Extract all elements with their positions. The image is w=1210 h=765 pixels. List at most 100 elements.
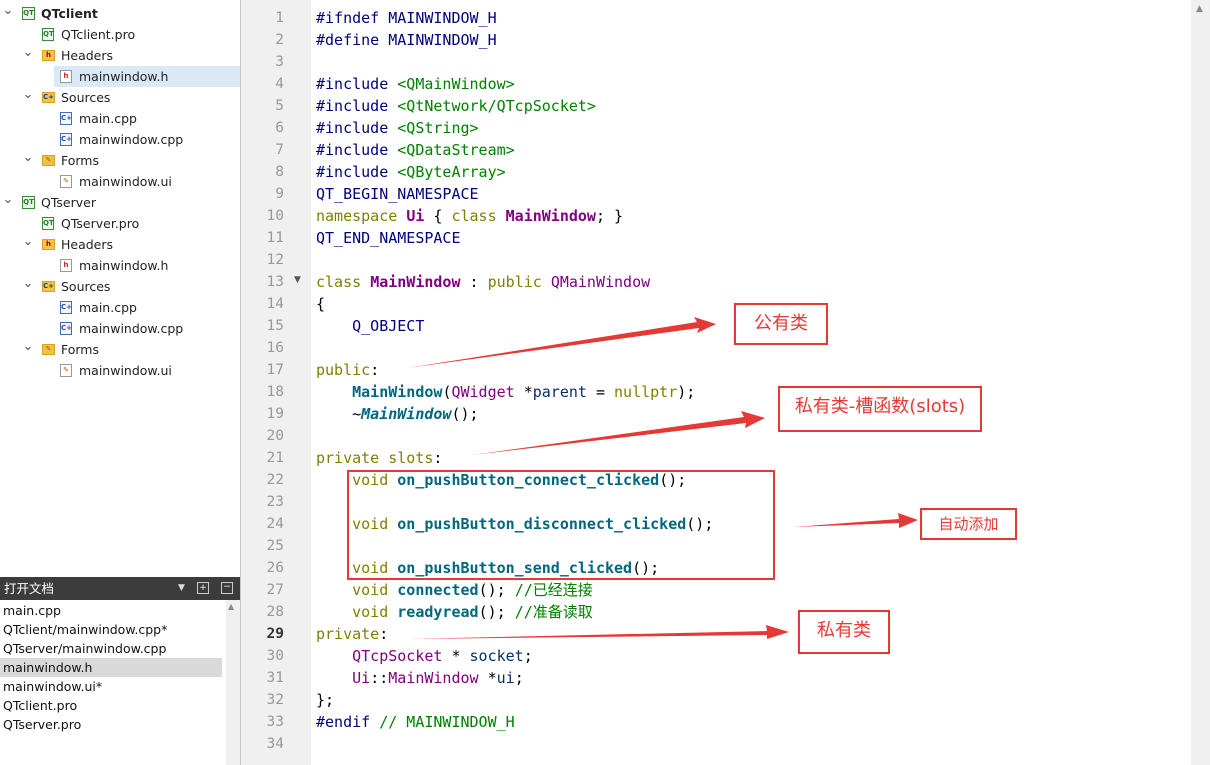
- chevron-down-icon[interactable]: ⌄: [22, 150, 34, 166]
- tree-item-label: mainwindow.cpp: [79, 321, 184, 336]
- folder-icon: C+: [42, 92, 55, 103]
- code-line[interactable]: Q_OBJECT: [316, 315, 424, 337]
- tree-item-label: mainwindow.ui: [79, 363, 172, 378]
- code-line[interactable]: namespace Ui { class MainWindow; }: [316, 205, 623, 227]
- scroll-up-icon[interactable]: ▲: [228, 602, 234, 611]
- line-number: 17: [266, 362, 284, 378]
- line-number: 14: [266, 296, 284, 312]
- open-document-item[interactable]: QTserver.pro: [0, 715, 222, 734]
- open-documents-scrollbar[interactable]: ▲: [226, 600, 240, 765]
- line-number: 19: [266, 406, 284, 422]
- tree-item[interactable]: C+ mainwindow.cpp: [0, 129, 240, 150]
- code-line[interactable]: #include <QString>: [316, 117, 479, 139]
- line-number: 20: [266, 428, 284, 444]
- tree-item[interactable]: ✎ mainwindow.ui: [0, 360, 240, 381]
- code-line[interactable]: private slots:: [316, 447, 442, 469]
- tree-item[interactable]: C+ main.cpp: [0, 108, 240, 129]
- chevron-down-icon[interactable]: ⌄: [22, 276, 34, 292]
- tree-item[interactable]: ⌄ h Headers: [0, 45, 240, 66]
- tree-item-label: mainwindow.h: [79, 69, 169, 84]
- cpp-file-icon: C+: [60, 301, 72, 314]
- line-number: 7: [275, 142, 284, 158]
- tree-item-label: Forms: [61, 153, 100, 168]
- pro-file-icon: QT: [42, 217, 54, 230]
- line-number: 27: [266, 582, 284, 598]
- tree-item[interactable]: QT QTserver.pro: [0, 213, 240, 234]
- open-documents-header: 打开文档 ▼ + −: [0, 577, 240, 600]
- code-line[interactable]: {: [316, 293, 325, 315]
- code-line[interactable]: void connected(); //已经连接: [316, 579, 593, 601]
- annotation-auto-added: 自动添加: [920, 508, 1017, 540]
- code-line[interactable]: #include <QtNetwork/QTcpSocket>: [316, 95, 596, 117]
- code-line[interactable]: private:: [316, 623, 388, 645]
- code-line[interactable]: #define MAINWINDOW_H: [316, 29, 497, 51]
- project-icon: QT: [22, 196, 35, 209]
- tree-item[interactable]: ⌄ QT QTserver: [0, 192, 240, 213]
- chevron-down-icon[interactable]: ▼: [178, 577, 185, 600]
- code-line[interactable]: #include <QDataStream>: [316, 139, 515, 161]
- cpp-file-icon: C+: [60, 133, 72, 146]
- chevron-down-icon[interactable]: ⌄: [22, 234, 34, 250]
- tree-item[interactable]: C+ main.cpp: [0, 297, 240, 318]
- code-line[interactable]: };: [316, 689, 334, 711]
- open-document-item[interactable]: main.cpp: [0, 601, 222, 620]
- open-document-item[interactable]: QTclient.pro: [0, 696, 222, 715]
- line-number-gutter: 1 2 3 4 5 6 7 8 9 10 11 12 13 14 15 16 17 18 19 20 21 22 23 24 2…: [241, 0, 311, 765]
- code-line[interactable]: #include <QByteArray>: [316, 161, 506, 183]
- line-number: 28: [266, 604, 284, 620]
- tree-item[interactable]: ⌄ C+ Sources: [0, 276, 240, 297]
- code-line[interactable]: #ifndef MAINWINDOW_H: [316, 7, 497, 29]
- split-icon[interactable]: +: [197, 582, 209, 594]
- open-document-item[interactable]: mainwindow.ui*: [0, 677, 222, 696]
- code-line[interactable]: ~MainWindow();: [316, 403, 478, 425]
- tree-item-label: Forms: [61, 342, 100, 357]
- code-line[interactable]: #endif // MAINWINDOW_H: [316, 711, 515, 733]
- code-line[interactable]: void readyread(); //准备读取: [316, 601, 593, 623]
- fold-marker-icon[interactable]: ▼: [294, 275, 301, 285]
- tree-item[interactable]: ✎ mainwindow.ui: [0, 171, 240, 192]
- line-number: 5: [275, 98, 284, 114]
- code-line[interactable]: #include <QMainWindow>: [316, 73, 515, 95]
- line-number: 11: [266, 230, 284, 246]
- line-number: 3: [275, 54, 284, 70]
- folder-icon: ✎: [42, 155, 55, 166]
- tree-item[interactable]: ⌄ QT QTclient: [0, 3, 240, 24]
- code-line[interactable]: QTcpSocket * socket;: [316, 645, 533, 667]
- tree-item[interactable]: ⌄ C+ Sources: [0, 87, 240, 108]
- annotation-private-slots: 私有类-槽函数(slots): [778, 386, 982, 432]
- code-editor[interactable]: #ifndef MAINWINDOW_H #define MAINWINDOW_H…: [311, 0, 1191, 765]
- tree-item[interactable]: ⌄ h Headers: [0, 234, 240, 255]
- code-line[interactable]: QT_END_NAMESPACE: [316, 227, 461, 249]
- line-number: 34: [266, 736, 284, 752]
- chevron-down-icon[interactable]: ⌄: [2, 192, 14, 208]
- tree-item[interactable]: h mainwindow.h: [0, 255, 240, 276]
- tree-item[interactable]: ⌄ ✎ Forms: [0, 339, 240, 360]
- code-line[interactable]: QT_BEGIN_NAMESPACE: [316, 183, 479, 205]
- annotation-private-class: 私有类: [798, 610, 890, 654]
- ui-file-icon: ✎: [60, 364, 72, 377]
- code-line[interactable]: MainWindow(QWidget *parent = nullptr);: [316, 381, 695, 403]
- code-line[interactable]: public:: [316, 359, 379, 381]
- tree-item[interactable]: C+ mainwindow.cpp: [0, 318, 240, 339]
- editor-scrollbar[interactable]: ▲: [1191, 0, 1210, 765]
- line-number: 32: [266, 692, 284, 708]
- tree-item[interactable]: QT QTclient.pro: [0, 24, 240, 45]
- ui-file-icon: ✎: [60, 175, 72, 188]
- h-file-icon: h: [60, 70, 72, 83]
- open-document-item[interactable]: mainwindow.h: [0, 658, 222, 677]
- cpp-file-icon: C+: [60, 112, 72, 125]
- scroll-up-icon[interactable]: ▲: [1196, 4, 1203, 14]
- line-number: 8: [275, 164, 284, 180]
- chevron-down-icon[interactable]: ⌄: [22, 339, 34, 355]
- tree-item[interactable]: ⌄ ✎ Forms: [0, 150, 240, 171]
- tree-item[interactable]: h mainwindow.h: [54, 66, 240, 87]
- open-document-item[interactable]: QTclient/mainwindow.cpp*: [0, 620, 222, 639]
- code-line[interactable]: class MainWindow : public QMainWindow: [316, 271, 650, 293]
- chevron-down-icon[interactable]: ⌄: [22, 45, 34, 61]
- close-panel-icon[interactable]: −: [221, 582, 233, 594]
- open-document-item[interactable]: QTserver/mainwindow.cpp: [0, 639, 222, 658]
- code-line[interactable]: Ui::MainWindow *ui;: [316, 667, 524, 689]
- chevron-down-icon[interactable]: ⌄: [2, 3, 14, 19]
- line-number: 2: [275, 32, 284, 48]
- chevron-down-icon[interactable]: ⌄: [22, 87, 34, 103]
